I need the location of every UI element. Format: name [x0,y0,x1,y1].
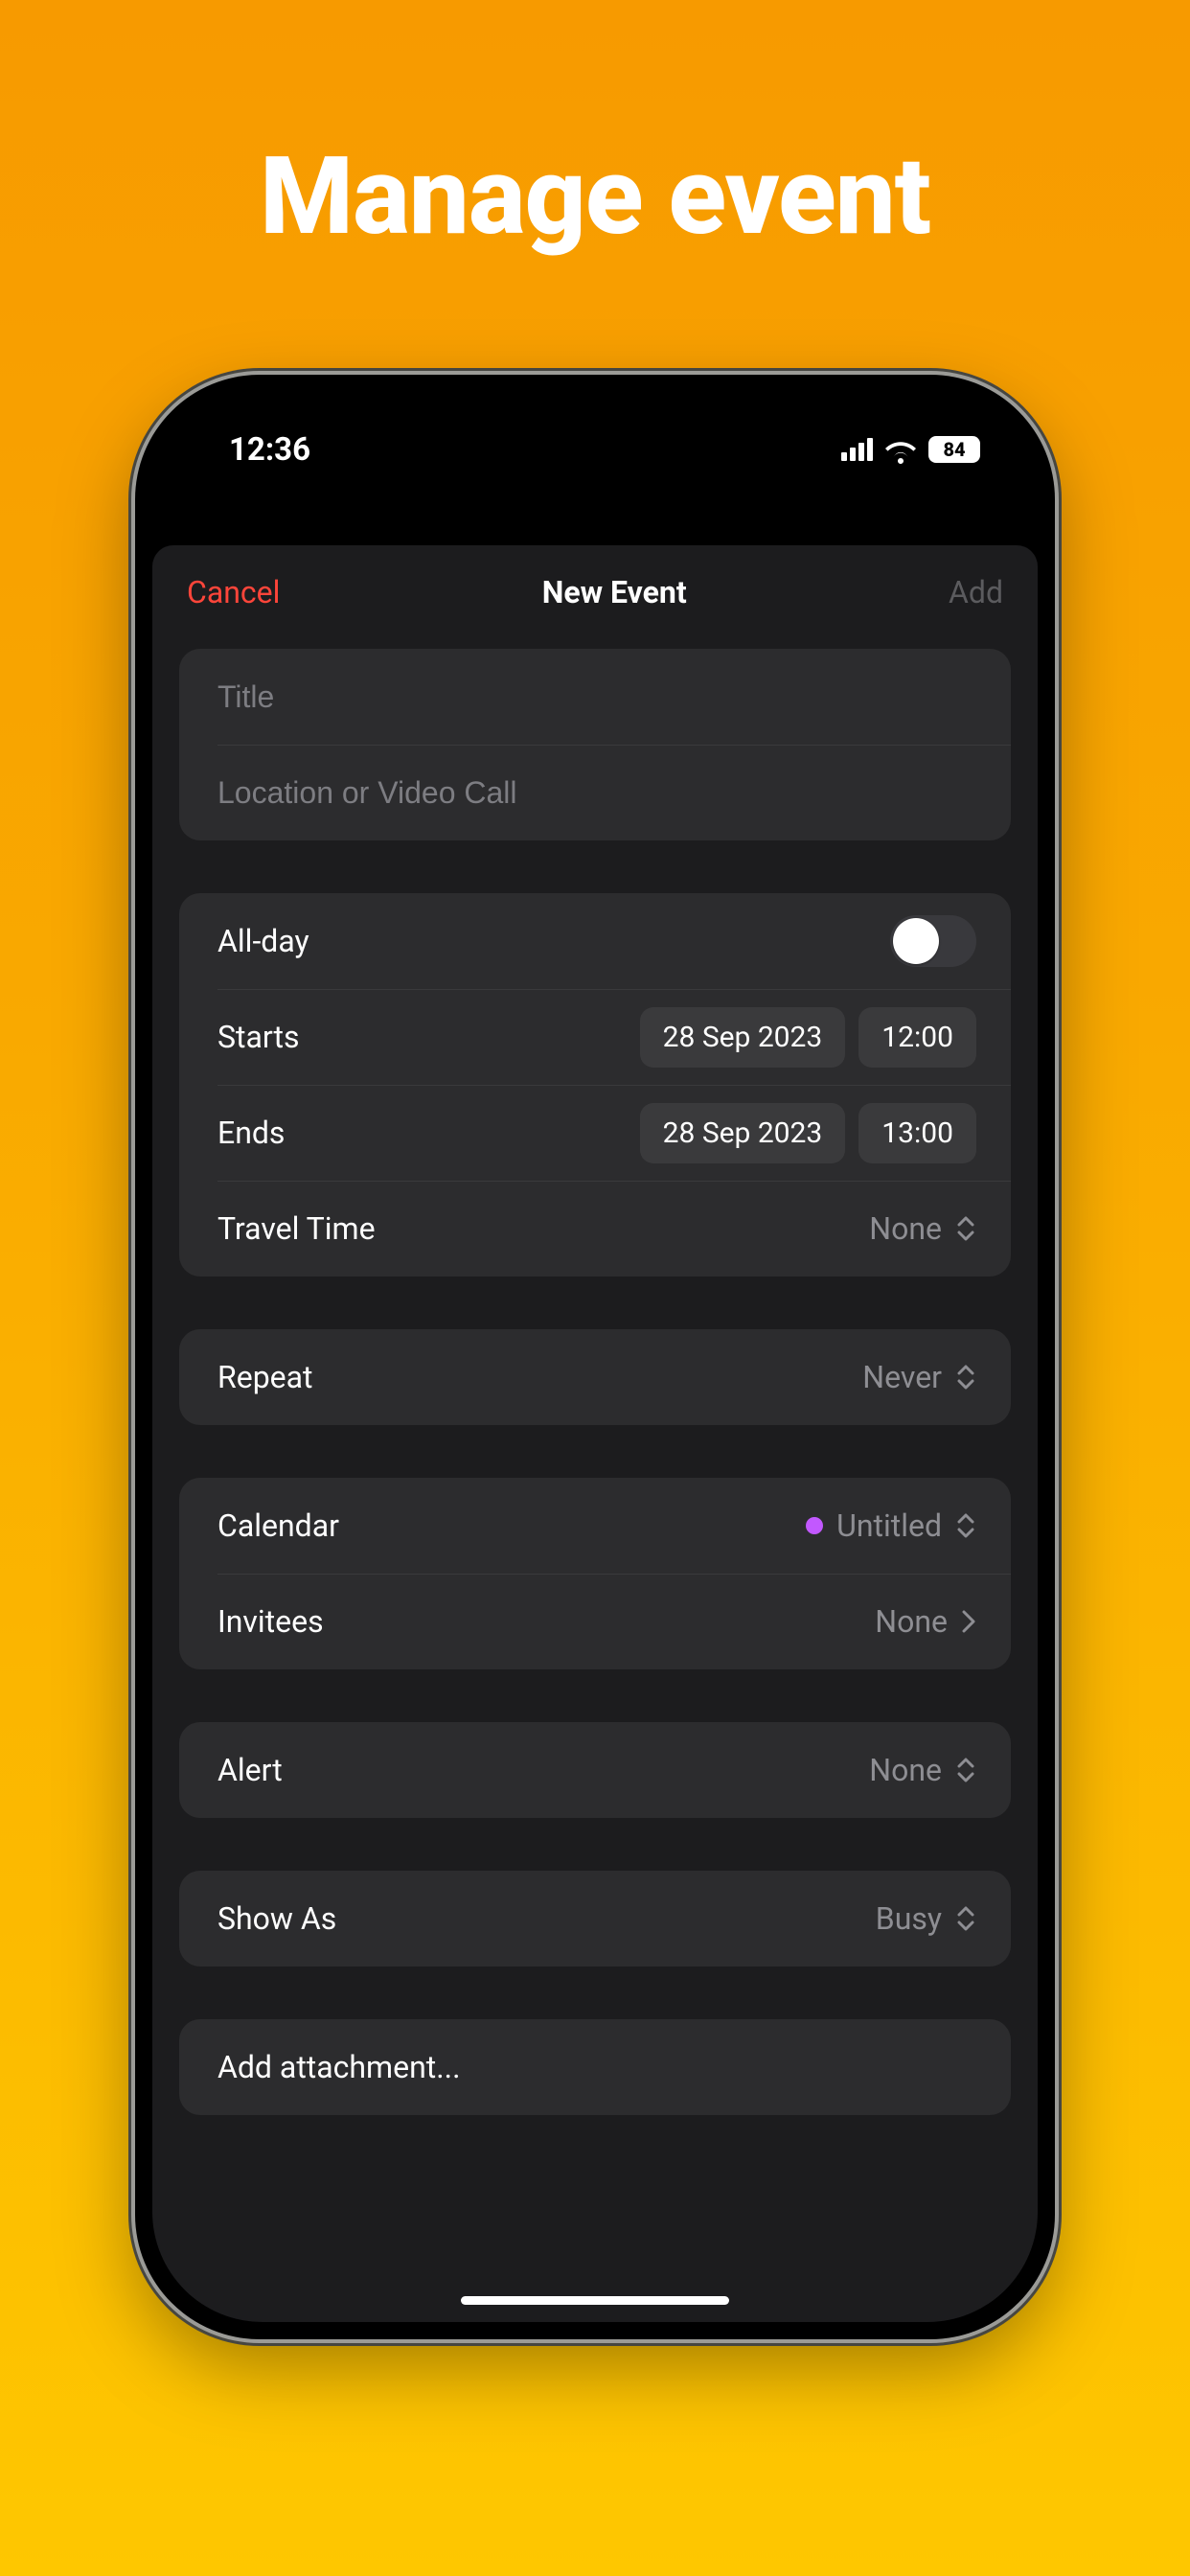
chevron-right-icon [961,1608,976,1635]
repeat-row[interactable]: Repeat Never [179,1329,1011,1425]
power-button [1055,921,1062,1113]
sheet-title: New Event [542,574,687,610]
showas-label: Show As [217,1900,336,1937]
starts-row: Starts 28 Sep 2023 12:00 [179,989,1011,1085]
starts-label: Starts [217,1019,299,1055]
attachment-group: Add attachment... [179,2019,1011,2115]
chevrons-updown-icon [955,1215,976,1242]
title-location-group [179,649,1011,840]
volume-down-button [128,1055,135,1180]
datetime-group: All-day Starts 28 Sep 2023 12:00 Ends [179,893,1011,1276]
calendar-value: Untitled [836,1507,942,1544]
status-time: 12:36 [229,431,310,469]
ends-row: Ends 28 Sep 2023 13:00 [179,1085,1011,1181]
battery-level: 84 [943,438,965,461]
calendar-label: Calendar [217,1507,339,1544]
calendar-invitees-group: Calendar Untitled Invitees [179,1478,1011,1669]
invitees-value: None [875,1603,948,1640]
showas-row[interactable]: Show As Busy [179,1871,1011,1966]
alert-value: None [869,1752,942,1788]
title-field[interactable] [217,649,976,745]
chevrons-updown-icon [955,1512,976,1539]
chevrons-updown-icon [955,1757,976,1783]
add-button[interactable]: Add [949,574,1003,610]
volume-up-button [128,892,135,1017]
battery-icon: 84 [928,436,980,463]
cancel-button[interactable]: Cancel [187,574,280,610]
location-field[interactable] [217,745,976,840]
travel-time-value: None [869,1210,942,1247]
ends-date-picker[interactable]: 28 Sep 2023 [640,1103,846,1163]
alert-group: Alert None [179,1722,1011,1818]
calendar-row[interactable]: Calendar Untitled [179,1478,1011,1574]
invitees-row[interactable]: Invitees None [179,1574,1011,1669]
invitees-label: Invitees [217,1603,324,1640]
showas-value: Busy [876,1900,942,1937]
ends-label: Ends [217,1115,285,1151]
chevrons-updown-icon [955,1905,976,1932]
alert-label: Alert [217,1752,283,1788]
allday-label: All-day [217,923,309,959]
promo-title: Manage event [260,134,930,260]
new-event-sheet: Cancel New Event Add [152,545,1038,2322]
travel-time-row[interactable]: Travel Time None [179,1181,1011,1276]
add-attachment-label: Add attachment... [217,2049,461,2085]
allday-toggle[interactable] [890,915,976,967]
repeat-group: Repeat Never [179,1329,1011,1425]
cellular-signal-icon [841,438,873,461]
dynamic-island [490,428,700,488]
repeat-label: Repeat [217,1359,313,1395]
starts-date-picker[interactable]: 28 Sep 2023 [640,1007,846,1068]
sheet-header: Cancel New Event Add [179,545,1011,649]
silence-switch [128,758,135,825]
alert-row[interactable]: Alert None [179,1722,1011,1818]
showas-group: Show As Busy [179,1871,1011,1966]
ends-time-picker[interactable]: 13:00 [858,1103,976,1163]
add-attachment-row[interactable]: Add attachment... [179,2019,1011,2115]
starts-time-picker[interactable]: 12:00 [858,1007,976,1068]
home-indicator[interactable] [461,2296,729,2305]
travel-time-label: Travel Time [217,1210,376,1247]
chevrons-updown-icon [955,1364,976,1391]
screen: 12:36 84 Canc [152,392,1038,2322]
allday-row: All-day [179,893,1011,989]
calendar-color-dot-icon [806,1517,823,1534]
wifi-icon [884,438,917,461]
phone-frame: 12:36 84 Canc [135,375,1055,2339]
repeat-value: Never [862,1359,942,1395]
